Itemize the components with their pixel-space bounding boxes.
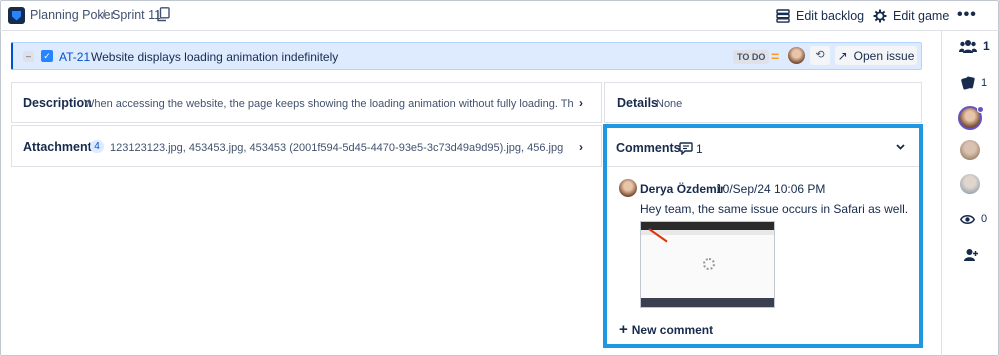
comment-attachment-thumbnail[interactable]: [640, 221, 775, 308]
sync-button[interactable]: ⟲: [810, 46, 830, 65]
chevron-right-icon[interactable]: ›: [579, 140, 583, 154]
sync-icon: ⟲: [815, 49, 825, 61]
chevron-right-icon[interactable]: ›: [579, 96, 583, 110]
topbar-divider: [0, 30, 999, 31]
right-sidebar: 1 1 0: [941, 31, 999, 356]
attachments-label: Attachments: [23, 140, 99, 154]
participants-button[interactable]: 1: [959, 39, 990, 53]
copy-icon[interactable]: [157, 7, 170, 22]
comments-divider: [607, 166, 919, 167]
description-panel[interactable]: Description When accessing the website, …: [11, 82, 602, 123]
plus-icon: +: [619, 321, 628, 338]
comment-author: Derya Özdemir: [640, 182, 725, 196]
edit-backlog-button[interactable]: Edit backlog: [776, 6, 864, 26]
cards-count: 1: [981, 77, 988, 89]
open-issue-button[interactable]: ↗ Open issue: [835, 46, 917, 65]
top-bar: Planning Poker / Sprint 11 Edit backlog …: [0, 0, 999, 30]
collapse-toggle[interactable]: –: [23, 51, 34, 62]
comments-count: 1: [696, 142, 703, 156]
details-label: Details: [617, 96, 658, 110]
assignee-avatar[interactable]: [788, 47, 805, 64]
attachments-count-badge: 4: [90, 140, 104, 153]
cards-icon: [961, 76, 975, 90]
edit-game-button[interactable]: Edit game: [873, 6, 949, 26]
participants-count: 1: [983, 39, 990, 53]
external-link-icon: ↗: [837, 48, 848, 63]
cards-button[interactable]: 1: [961, 76, 987, 90]
observers-count: 0: [981, 213, 988, 225]
users-icon: [959, 40, 977, 53]
open-issue-label: Open issue: [853, 48, 915, 63]
details-panel[interactable]: Details None: [604, 82, 922, 123]
priority-medium-icon: =: [771, 48, 780, 64]
comment-date: 10/Sep/24 10:06 PM: [716, 182, 826, 196]
gear-icon: [873, 9, 887, 23]
new-comment-label: New comment: [631, 322, 714, 337]
add-user-icon[interactable]: [964, 248, 978, 262]
observers-button[interactable]: 0: [960, 213, 987, 225]
description-text: When accessing the website, the page kee…: [84, 98, 574, 110]
new-comment-button[interactable]: + New comment: [619, 321, 713, 338]
app-logo[interactable]: [8, 7, 25, 24]
description-label: Description: [23, 96, 92, 110]
issue-row[interactable]: – ✓ AT-21 Website displays loading anima…: [11, 42, 922, 70]
issue-key[interactable]: AT-21: [59, 50, 90, 64]
attachments-panel[interactable]: Attachments 4 123123123.jpg, 453453.jpg,…: [11, 125, 602, 167]
comment-author-avatar: [619, 179, 637, 197]
comments-panel: Comments 1 Derya Özdemir 10/Sep/24 10:06…: [603, 124, 923, 348]
status-badge: TO DO: [733, 50, 770, 64]
chevron-down-icon[interactable]: [896, 144, 905, 150]
issue-type-icon: ✓: [41, 50, 53, 62]
edit-game-label: Edit game: [893, 9, 950, 23]
edit-backlog-label: Edit backlog: [796, 9, 865, 23]
attachment-file-list[interactable]: 123123123.jpg, 453453.jpg, 453453 (2001f…: [110, 142, 570, 154]
participant-avatar[interactable]: [960, 140, 980, 160]
breadcrumb-separator: /: [102, 8, 106, 22]
breadcrumb-sprint[interactable]: Sprint 11: [112, 8, 161, 22]
issue-title: Website displays loading animation indef…: [91, 50, 339, 64]
host-badge: [977, 106, 984, 113]
backlog-icon: [776, 9, 790, 23]
comment-icon: [679, 142, 693, 155]
comments-label: Comments: [616, 141, 681, 155]
participant-avatar[interactable]: [960, 174, 980, 194]
more-options-button[interactable]: •••: [957, 6, 977, 24]
details-value: None: [656, 98, 683, 110]
comment-body: Hey team, the same issue occurs in Safar…: [640, 202, 909, 216]
eye-icon: [960, 214, 975, 224]
